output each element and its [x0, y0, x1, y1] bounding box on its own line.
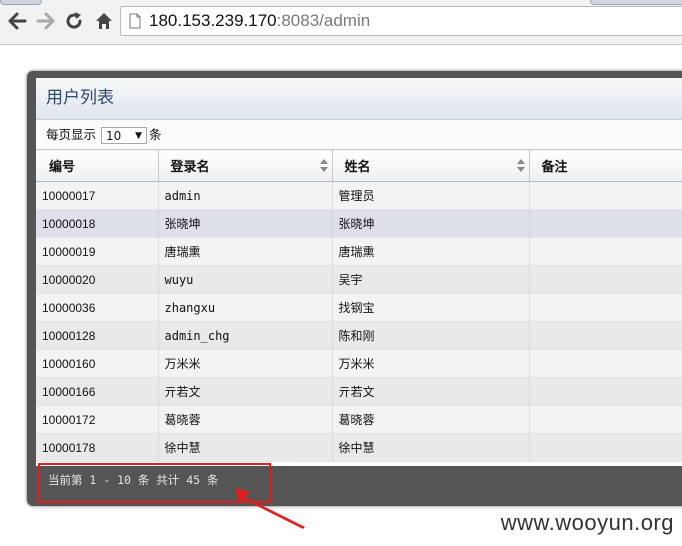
column-header-label: 编号 — [49, 160, 76, 175]
forward-arrow-icon[interactable] — [35, 10, 57, 32]
table-row[interactable]: 10000018 张晓坤 张晓坤 — [36, 209, 682, 238]
cell-name: 徐中慧 — [332, 433, 530, 462]
cell-id: 10000017 — [36, 181, 159, 210]
cell-login: 万米米 — [158, 349, 333, 378]
cell-id: 10000018 — [36, 209, 159, 238]
cell-login: 唐瑞熏 — [158, 237, 333, 266]
table-row[interactable]: 10000019 唐瑞熏 唐瑞熏 — [36, 237, 682, 266]
back-arrow-icon[interactable] — [6, 10, 28, 32]
cell-login: admin_chg — [158, 321, 333, 350]
cell-note — [529, 181, 682, 210]
column-header-id[interactable]: 编号 — [36, 149, 159, 182]
table-row[interactable]: 10000020 wuyu 吴宇 — [36, 265, 682, 294]
user-list-panel: 用户列表 每页显示 10 ▼ 条 编号 登录名 姓名 备注 10000017 a… — [27, 71, 682, 506]
cell-note — [529, 237, 682, 266]
annotation-arrow-icon — [235, 488, 305, 529]
cell-login: zhangxu — [158, 293, 333, 322]
home-icon[interactable] — [93, 10, 115, 32]
url-path: :8083/admin — [276, 11, 371, 30]
column-header-login[interactable]: 登录名 — [158, 149, 333, 182]
cell-id: 10000019 — [36, 237, 159, 266]
cell-note — [529, 349, 682, 378]
cell-login: 张晓坤 — [158, 209, 333, 238]
url-host: 180.153.239.170 — [149, 11, 277, 30]
table-row[interactable]: 10000017 admin 管理员 — [36, 181, 682, 210]
sort-icon[interactable] — [319, 159, 328, 172]
reload-icon[interactable] — [63, 10, 85, 32]
cell-name: 万米米 — [332, 349, 530, 378]
cell-name: 葛晓蓉 — [332, 405, 530, 434]
column-header-label: 姓名 — [344, 160, 371, 175]
cell-name: 管理员 — [332, 181, 530, 210]
page-size-bar: 每页显示 10 ▼ 条 — [36, 120, 682, 149]
cell-id: 10000128 — [36, 321, 159, 350]
browser-tab[interactable] — [590, 0, 682, 5]
browser-toolbar: 180.153.239.170:8083/admin — [0, 0, 682, 45]
cell-id: 10000172 — [36, 405, 159, 434]
page-size-suffix: 条 — [149, 127, 162, 142]
column-header-label: 登录名 — [170, 160, 210, 175]
browser-tab[interactable] — [0, 0, 42, 5]
cell-name: 张晓坤 — [332, 209, 530, 238]
cell-note — [529, 293, 682, 322]
table-row[interactable]: 10000178 徐中慧 徐中慧 — [36, 433, 682, 462]
panel-body: 用户列表 每页显示 10 ▼ 条 编号 登录名 姓名 备注 10000017 a… — [36, 78, 682, 466]
table-row[interactable]: 10000128 admin_chg 陈和刚 — [36, 321, 682, 350]
cell-name: 唐瑞熏 — [332, 237, 530, 266]
page-size-value: 10 — [106, 129, 122, 143]
cell-note — [529, 265, 682, 294]
cell-id: 10000020 — [36, 265, 159, 294]
page-size-select[interactable]: 10 ▼ — [101, 127, 148, 144]
column-header-label: 备注 — [541, 160, 568, 175]
cell-login: 徐中慧 — [158, 433, 333, 462]
table-row[interactable]: 10000166 亓若文 亓若文 — [36, 377, 682, 406]
table-header-row: 编号 登录名 姓名 备注 — [36, 149, 682, 182]
cell-login: 葛晓蓉 — [158, 405, 333, 434]
page-icon — [129, 13, 141, 29]
cell-note — [529, 377, 682, 406]
cell-login: wuyu — [158, 265, 333, 294]
cell-name: 陈和刚 — [332, 321, 530, 350]
table-row[interactable]: 10000036 zhangxu 找钢宝 — [36, 293, 682, 322]
url-text: 180.153.239.170:8083/admin — [149, 11, 370, 31]
page-size-label: 每页显示 — [46, 127, 97, 142]
cell-name: 找钢宝 — [332, 293, 530, 322]
cell-login: admin — [158, 181, 333, 210]
address-bar[interactable]: 180.153.239.170:8083/admin — [120, 6, 682, 36]
table-row[interactable]: 10000172 葛晓蓉 葛晓蓉 — [36, 405, 682, 434]
cell-note — [529, 433, 682, 462]
cell-note — [529, 209, 682, 238]
cell-login: 亓若文 — [158, 377, 333, 406]
cell-name: 亓若文 — [332, 377, 530, 406]
cell-note — [529, 321, 682, 350]
cell-id: 10000160 — [36, 349, 159, 378]
watermark: www.wooyun.org — [500, 510, 674, 535]
panel-title: 用户列表 — [36, 78, 682, 120]
cell-id: 10000166 — [36, 377, 159, 406]
cell-name: 吴宇 — [332, 265, 530, 294]
column-header-name[interactable]: 姓名 — [332, 149, 530, 182]
column-header-note[interactable]: 备注 — [529, 149, 682, 182]
sort-icon[interactable] — [516, 159, 525, 172]
cell-id: 10000036 — [36, 293, 159, 322]
table-row[interactable]: 10000160 万米米 万米米 — [36, 349, 682, 378]
chevron-down-icon: ▼ — [135, 131, 143, 141]
user-table: 编号 登录名 姓名 备注 10000017 admin 管理员 10000018 — [36, 149, 682, 462]
cell-id: 10000178 — [36, 433, 159, 462]
cell-note — [529, 405, 682, 434]
